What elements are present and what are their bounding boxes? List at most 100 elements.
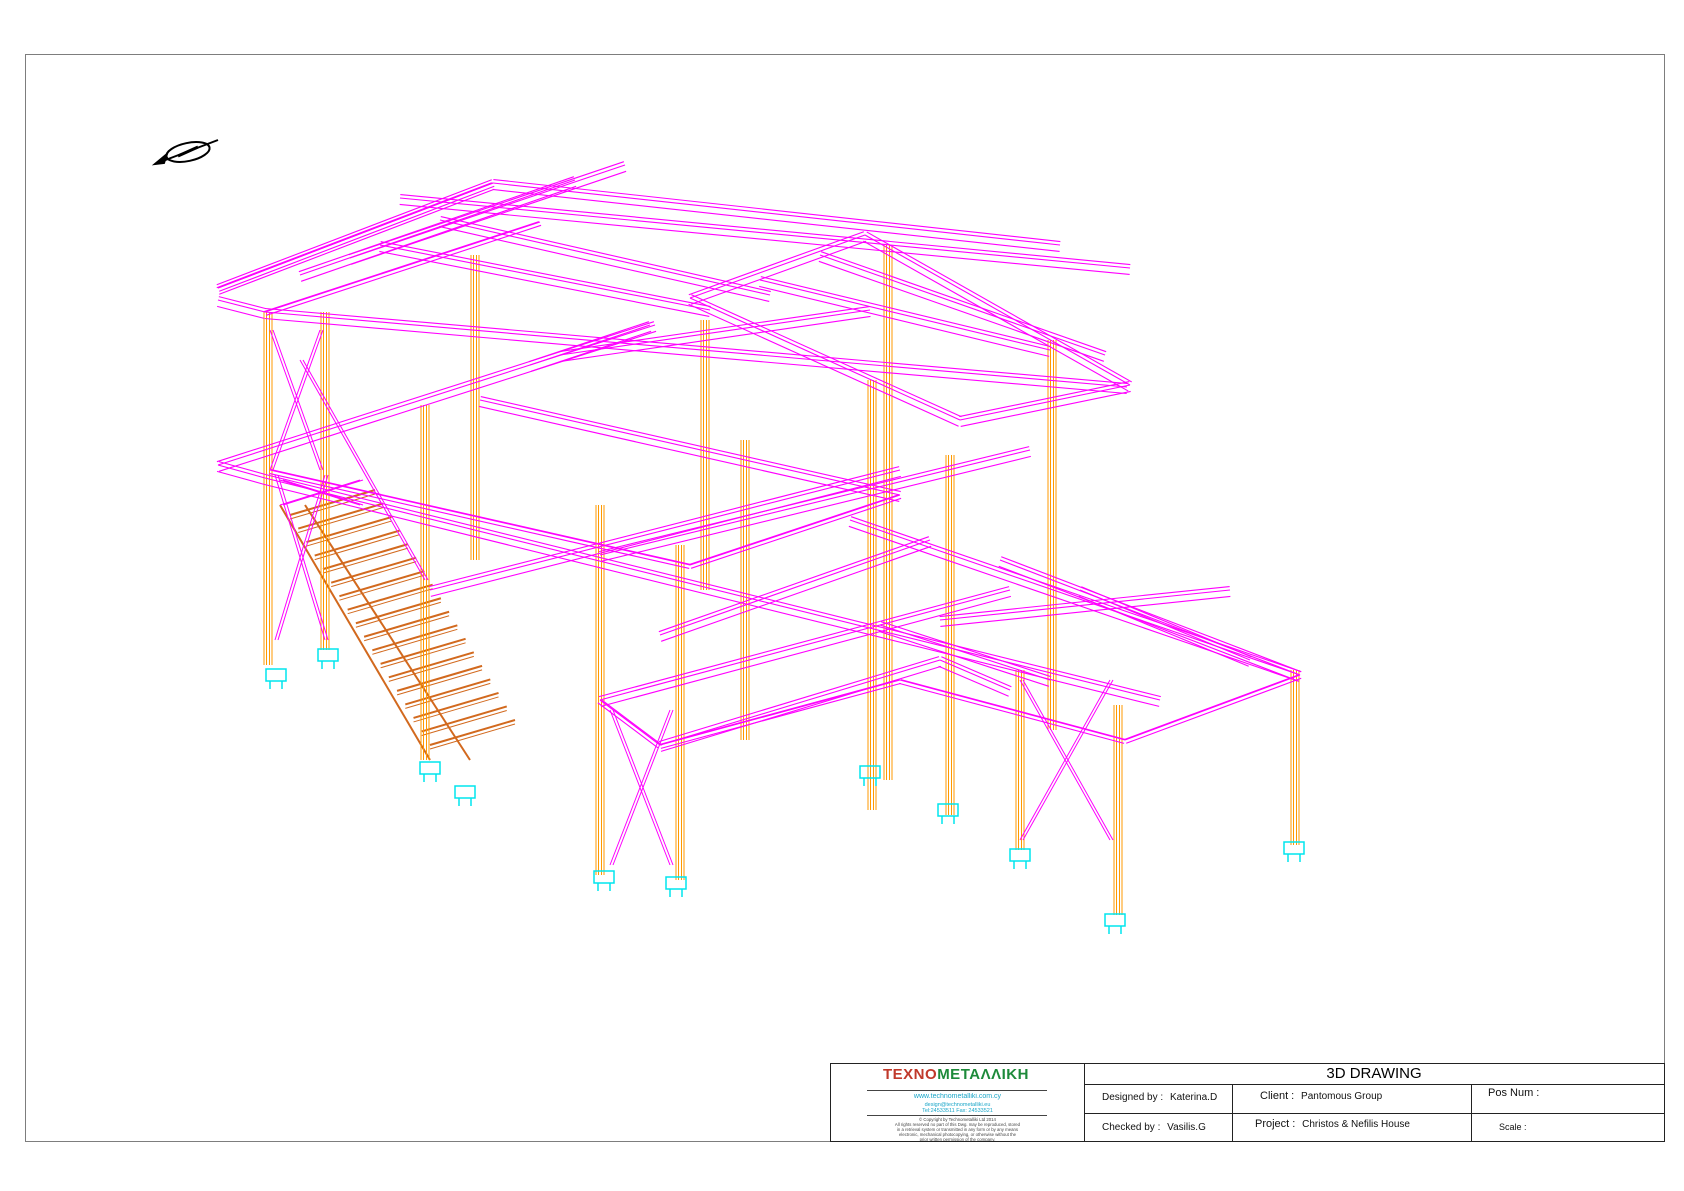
beam-line: [219, 185, 495, 292]
stair-tread: [347, 583, 433, 611]
project-value: Christos & Nefilis House: [1302, 1119, 1410, 1130]
stair-tread: [405, 678, 491, 706]
designed-by-value: Katerina.D: [1169, 1092, 1218, 1103]
beam-line: [217, 324, 656, 466]
checked-by-value: Vasilis.G: [1167, 1122, 1206, 1133]
stair-tread: [396, 664, 483, 692]
logo-divider-2: [867, 1115, 1047, 1116]
beam-line: [960, 390, 1131, 427]
beam-line: [1079, 589, 1251, 661]
beam-line: [216, 179, 492, 286]
beam-line: [898, 682, 1125, 744]
stair-tread: [339, 570, 425, 598]
beam-line: [480, 396, 901, 493]
base-plate: [1009, 848, 1031, 862]
stair-tread: [421, 705, 508, 733]
north-arrow-icon: [151, 139, 219, 166]
stair-tread: [347, 588, 433, 615]
beam-line: [660, 682, 902, 749]
beam-line: [850, 516, 1302, 673]
stair-tread: [429, 723, 516, 750]
beam-line: [263, 221, 540, 313]
drawing-title: 3D DRAWING: [1084, 1064, 1664, 1085]
beam-line: [492, 188, 1060, 253]
stair-tread: [322, 543, 409, 571]
logo-part-1: TEXNO: [883, 1066, 938, 1083]
beam-line: [264, 311, 1128, 388]
stair-tread: [396, 669, 483, 696]
beam-line: [380, 241, 711, 308]
beam-line: [400, 193, 1131, 266]
beam-line: [866, 231, 1132, 383]
beam-line: [688, 494, 900, 566]
client-label: Client :: [1260, 1090, 1295, 1102]
beam-line: [689, 234, 866, 299]
beam-line: [959, 384, 1131, 421]
beam-line: [599, 449, 1031, 556]
stair-tread: [363, 615, 450, 642]
company-logo-panel: TEXNOMETAΛΛIKH www.technometalliki.com.c…: [831, 1064, 1085, 1141]
beam-line: [690, 240, 867, 305]
beam-line: [599, 699, 661, 746]
beam-line: [479, 405, 900, 502]
title-block: TEXNOMETAΛΛIKH www.technometalliki.com.c…: [830, 1063, 1665, 1142]
beam-line: [1124, 674, 1301, 741]
pos-num-label: Pos Num :: [1488, 1087, 1540, 1099]
beam-line: [598, 621, 880, 698]
checked-by-row: Checked by : Vasilis.G: [1102, 1122, 1206, 1133]
designed-by-row: Designed by : Katerina.D: [1102, 1092, 1217, 1103]
client-value: Pantomous Group: [1301, 1091, 1383, 1102]
beam-line: [939, 589, 1231, 621]
beam-line: [439, 225, 770, 302]
project-row: Project : Christos & Nefilis House: [1255, 1118, 1410, 1130]
stair-tread: [388, 655, 474, 682]
stair-tread: [355, 601, 442, 628]
brace-line: [299, 359, 426, 581]
beam-line: [658, 536, 930, 633]
beam-line: [939, 659, 1011, 691]
beam-line: [217, 182, 494, 289]
beam-line: [900, 679, 1127, 741]
beam-line: [216, 305, 265, 319]
beam-line: [218, 296, 267, 310]
logo-part-2: METAΛΛIKH: [937, 1066, 1029, 1083]
beam-line: [399, 197, 1131, 269]
designed-by-label: Designed by :: [1102, 1092, 1164, 1103]
beam-line: [216, 470, 265, 485]
beam-line: [1001, 556, 1302, 673]
beam-line: [216, 321, 655, 463]
checked-by-label: Checked by :: [1102, 1122, 1161, 1133]
beam-line: [599, 624, 881, 701]
beam-line: [688, 231, 865, 296]
beam-line: [559, 305, 870, 353]
staircase: [279, 489, 516, 761]
beam-line: [998, 565, 1299, 682]
base-plate: [265, 668, 287, 682]
beam-line: [428, 466, 900, 588]
beam-line: [880, 621, 1052, 678]
base-plate: [1104, 913, 1126, 927]
divider: [1084, 1113, 1664, 1114]
beam-line: [848, 525, 1300, 682]
base-plate: [454, 785, 476, 799]
stair-tread: [405, 682, 491, 709]
beam-line: [999, 559, 1301, 676]
beam-line: [264, 317, 1127, 395]
beam-line: [599, 446, 1030, 553]
beam-line: [1126, 677, 1302, 744]
stair-tread: [429, 719, 516, 746]
brace-line: [302, 359, 429, 581]
stair-tread: [330, 556, 417, 584]
beam-line: [1078, 595, 1249, 667]
framing-members: [216, 161, 1302, 915]
beam-line: [559, 309, 871, 356]
beam-line: [218, 330, 657, 472]
beam-line: [879, 624, 1051, 681]
beam-line: [265, 474, 1161, 698]
stair-tread: [388, 651, 475, 679]
company-phone: Tel:24533511 Fax: 24533521: [922, 1108, 993, 1114]
beam-line: [348, 161, 625, 256]
beam-line: [849, 519, 1301, 676]
beam-line: [217, 299, 266, 313]
beam-line: [440, 216, 771, 293]
